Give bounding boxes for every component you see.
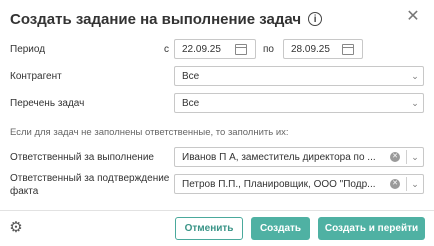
task-list-value: Все bbox=[182, 97, 200, 109]
period-to-label: по bbox=[263, 44, 274, 55]
executor-label: Ответственный за выполнение bbox=[10, 152, 154, 163]
create-task-dialog: Создать задание на выполнение задач i ✕ … bbox=[0, 0, 434, 246]
period-from-label: с bbox=[164, 44, 169, 55]
dialog-title: Создать задание на выполнение задач bbox=[10, 10, 302, 28]
counterparty-select[interactable]: Все ⌄ bbox=[174, 66, 424, 86]
executor-select[interactable]: Иванов П А, заместитель директора по ...… bbox=[174, 147, 424, 167]
approver-label-line1: Ответственный за подтверждение bbox=[10, 173, 170, 184]
approver-label-line2: факта bbox=[10, 186, 39, 197]
executor-value: Иванов П А, заместитель директора по ... bbox=[182, 151, 376, 163]
cancel-button[interactable]: Отменить bbox=[175, 217, 243, 240]
task-list-label: Перечень задач bbox=[10, 98, 85, 109]
approver-value: Петров П.П., Планировщик, ООО "Подр... bbox=[182, 178, 376, 190]
dialog-header: Создать задание на выполнение задач i bbox=[10, 9, 323, 29]
counterparty-value: Все bbox=[182, 70, 200, 82]
close-icon[interactable]: ✕ bbox=[406, 9, 420, 25]
approver-select[interactable]: Петров П.П., Планировщик, ООО "Подр... ✕… bbox=[174, 174, 424, 194]
responsible-hint: Если для задач не заполнены ответственны… bbox=[10, 127, 289, 138]
task-list-select[interactable]: Все ⌄ bbox=[174, 93, 424, 113]
calendar-icon[interactable] bbox=[235, 43, 247, 55]
create-and-go-button[interactable]: Создать и перейти bbox=[318, 217, 425, 240]
calendar-icon[interactable] bbox=[342, 43, 354, 55]
clear-icon[interactable]: ✕ bbox=[390, 152, 400, 162]
date-to-value: 28.09.25 bbox=[291, 43, 330, 55]
period-label: Период bbox=[10, 44, 46, 55]
counterparty-label: Контрагент bbox=[10, 71, 62, 82]
date-from-field[interactable]: 22.09.25 bbox=[174, 39, 256, 59]
chevron-down-icon[interactable]: ⌄ bbox=[407, 94, 423, 112]
gear-icon[interactable]: ⚙ bbox=[8, 220, 24, 236]
date-to-field[interactable]: 28.09.25 bbox=[283, 39, 363, 59]
chevron-down-icon[interactable]: ⌄ bbox=[407, 67, 423, 85]
create-button[interactable]: Создать bbox=[251, 217, 310, 240]
info-icon[interactable]: i bbox=[308, 12, 323, 26]
chevron-down-icon[interactable]: ⌄ bbox=[407, 175, 423, 193]
date-from-value: 22.09.25 bbox=[182, 43, 221, 55]
clear-icon[interactable]: ✕ bbox=[390, 179, 400, 189]
dialog-footer: ⚙ Отменить Создать Создать и перейти bbox=[0, 210, 434, 246]
chevron-down-icon[interactable]: ⌄ bbox=[407, 148, 423, 166]
